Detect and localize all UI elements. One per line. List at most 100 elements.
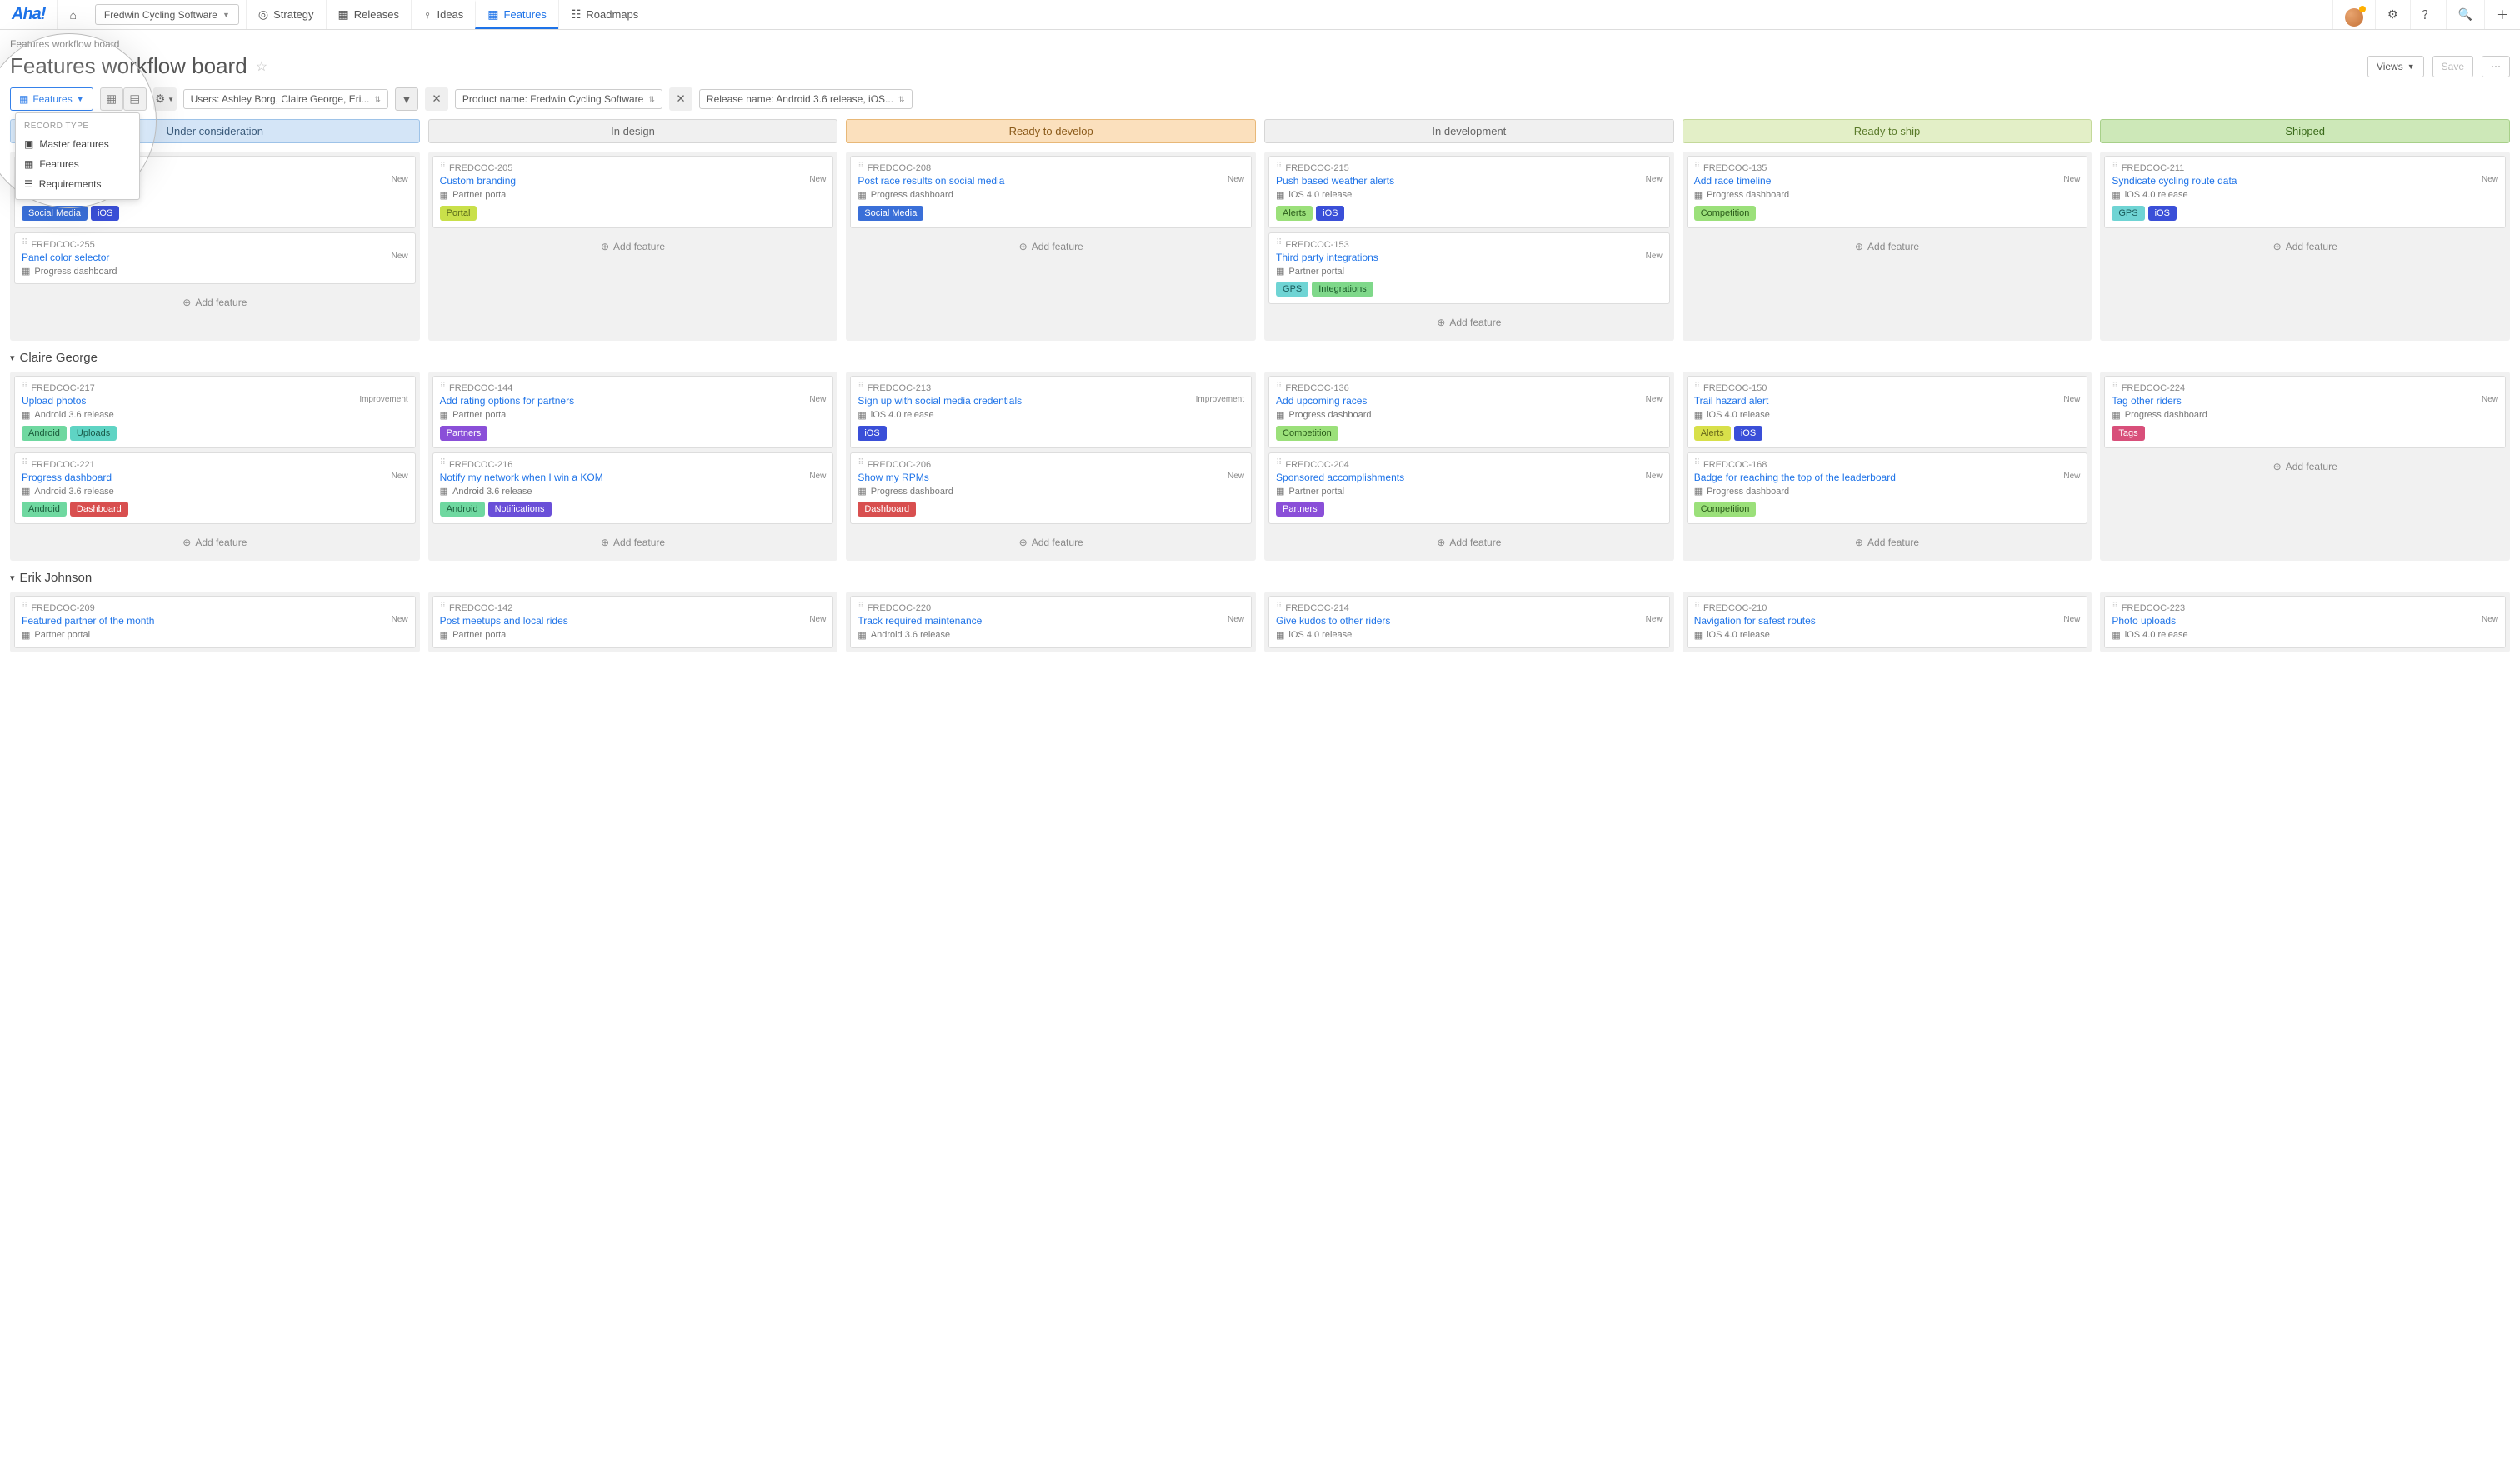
card-title[interactable]: Notify my network when I win a KOM [440,472,603,485]
drag-handle-icon[interactable]: ⠿ [2112,603,2116,610]
feature-card[interactable]: ⠿FREDCOC-223 Photo uploadsNew ▦iOS 4.0 r… [2104,596,2506,648]
tag[interactable]: Uploads [70,426,117,441]
add-feature-button[interactable]: ⊕Add feature [1268,528,1670,557]
nav-releases[interactable]: ▦Releases [326,0,411,29]
settings-toolbar-button[interactable]: ⚙▼ [153,87,177,111]
drag-handle-icon[interactable]: ⠿ [1276,603,1280,610]
drag-handle-icon[interactable]: ⠿ [858,460,862,467]
nav-help[interactable]: ？ [2410,0,2446,29]
release-filter-chip[interactable]: Release name: Android 3.6 release, iOS..… [699,89,912,109]
tag[interactable]: Android [22,426,67,441]
record-type-button[interactable]: ▦ Features ▼ [10,87,93,111]
nav-roadmaps[interactable]: ☷Roadmaps [558,0,650,29]
feature-card[interactable]: ⠿FREDCOC-204 Sponsored accomplishmentsNe… [1268,452,1670,525]
feature-card[interactable]: ⠿FREDCOC-224 Tag other ridersNew ▦Progre… [2104,376,2506,448]
product-filter-chip[interactable]: Product name: Fredwin Cycling Software ⇅ [455,89,662,109]
add-feature-button[interactable]: ⊕Add feature [850,528,1252,557]
feature-card[interactable]: ⠿FREDCOC-255 Panel color selectorNew ▦Pr… [14,232,416,285]
feature-card[interactable]: ⠿FREDCOC-150 Trail hazard alertNew ▦iOS … [1687,376,2088,448]
lane-column[interactable]: ⠿FREDCOC-213 Sign up with social media c… [846,372,1256,561]
card-title[interactable]: Third party integrations [1276,252,1378,265]
card-title[interactable]: Add race timeline [1694,175,1772,188]
users-filter-chip[interactable]: Users: Ashley Borg, Claire George, Eri..… [183,89,388,109]
card-title[interactable]: Add rating options for partners [440,395,574,408]
swimlane-header[interactable]: ▾Erik Johnson [10,571,2510,585]
feature-card[interactable]: ⠿FREDCOC-214 Give kudos to other ridersN… [1268,596,1670,648]
drag-handle-icon[interactable]: ⠿ [22,383,26,390]
nav-settings[interactable]: ⚙ [2375,0,2410,29]
nav-ideas[interactable]: ♀Ideas [411,0,475,29]
drag-handle-icon[interactable]: ⠿ [858,603,862,610]
star-icon[interactable]: ☆ [256,58,268,75]
card-title[interactable]: Photo uploads [2112,615,2176,628]
drag-handle-icon[interactable]: ⠿ [1694,163,1698,170]
tag[interactable]: Tags [2112,426,2144,441]
drag-handle-icon[interactable]: ⠿ [1276,163,1280,170]
tag[interactable]: iOS [858,426,886,441]
tag[interactable]: Dashboard [70,502,128,517]
tag[interactable]: Android [440,502,485,517]
tag[interactable]: Competition [1694,206,1757,221]
save-button[interactable]: Save [2432,56,2473,77]
feature-card[interactable]: ⠿FREDCOC-205 Custom brandingNew ▦Partner… [432,156,834,228]
tag[interactable]: GPS [2112,206,2144,221]
feature-card[interactable]: ⠿FREDCOC-211 Syndicate cycling route dat… [2104,156,2506,228]
nav-add[interactable]: ＋ [2484,0,2520,29]
column-header[interactable]: In development [1264,119,1674,143]
clear-release-filter-button[interactable]: ✕ [669,87,692,111]
lane-column[interactable]: ⠿FREDCOC-205 Custom brandingNew ▦Partner… [428,152,838,341]
view-board-button[interactable]: ▦ [100,87,123,111]
drag-handle-icon[interactable]: ⠿ [1694,383,1698,390]
tag[interactable]: Partners [1276,502,1324,517]
tag[interactable]: iOS [2148,206,2177,221]
feature-card[interactable]: ⠿FREDCOC-168 Badge for reaching the top … [1687,452,2088,525]
drag-handle-icon[interactable]: ⠿ [22,240,26,247]
drag-handle-icon[interactable]: ⠿ [1694,603,1698,610]
card-title[interactable]: Give kudos to other riders [1276,615,1390,628]
tag[interactable]: Competition [1276,426,1338,441]
card-title[interactable]: Upload photos [22,395,86,408]
tag[interactable]: Social Media [858,206,923,221]
drag-handle-icon[interactable]: ⠿ [858,163,862,170]
feature-card[interactable]: ⠿FREDCOC-215 Push based weather alertsNe… [1268,156,1670,228]
add-feature-button[interactable]: ⊕Add feature [2104,452,2506,481]
feature-card[interactable]: ⠿FREDCOC-136 Add upcoming racesNew ▦Prog… [1268,376,1670,448]
add-feature-button[interactable]: ⊕Add feature [432,232,834,261]
dropdown-item-master-features[interactable]: ▣Master features [16,134,139,154]
drag-handle-icon[interactable]: ⠿ [440,460,444,467]
feature-card[interactable]: ⠿FREDCOC-153 Third party integrationsNew… [1268,232,1670,305]
drag-handle-icon[interactable]: ⠿ [2112,163,2116,170]
card-title[interactable]: Tag other riders [2112,395,2181,408]
lane-column[interactable]: ⠿FREDCOC-217 Upload photosImprovement ▦A… [10,372,420,561]
filter-button[interactable]: ▼ [395,87,418,111]
card-title[interactable]: Track required maintenance [858,615,982,628]
feature-card[interactable]: ⠿FREDCOC-221 Progress dashboardNew ▦Andr… [14,452,416,525]
feature-card[interactable]: ⠿FREDCOC-213 Sign up with social media c… [850,376,1252,448]
add-feature-button[interactable]: ⊕Add feature [1268,308,1670,337]
tag[interactable]: Android [22,502,67,517]
drag-handle-icon[interactable]: ⠿ [22,603,26,610]
tag[interactable]: Portal [440,206,478,221]
card-title[interactable]: Sign up with social media credentials [858,395,1022,408]
lane-column[interactable]: ⠿FREDCOC-142 Post meetups and local ride… [428,592,838,652]
tag[interactable]: Integrations [1312,282,1372,297]
card-title[interactable]: Post meetups and local rides [440,615,568,628]
tag[interactable]: Partners [440,426,488,441]
feature-card[interactable]: ⠿FREDCOC-209 Featured partner of the mon… [14,596,416,648]
lane-column[interactable]: ⠿FREDCOC-211 Syndicate cycling route dat… [2100,152,2510,341]
tag[interactable]: Dashboard [858,502,916,517]
card-title[interactable]: Custom branding [440,175,516,188]
feature-card[interactable]: ⠿FREDCOC-216 Notify my network when I wi… [432,452,834,525]
add-feature-button[interactable]: ⊕Add feature [2104,232,2506,261]
add-feature-button[interactable]: ⊕Add feature [432,528,834,557]
card-title[interactable]: Progress dashboard [22,472,112,485]
card-title[interactable]: Post race results on social media [858,175,1004,188]
card-title[interactable]: Featured partner of the month [22,615,154,628]
card-title[interactable]: Badge for reaching the top of the leader… [1694,472,1896,485]
card-title[interactable]: Add upcoming races [1276,395,1367,408]
drag-handle-icon[interactable]: ⠿ [1276,240,1280,247]
lane-column[interactable]: ⠿FREDCOC-223 Photo uploadsNew ▦iOS 4.0 r… [2100,592,2510,652]
tag[interactable]: Alerts [1694,426,1731,441]
nav-search[interactable]: 🔍 [2446,0,2484,29]
drag-handle-icon[interactable]: ⠿ [1276,460,1280,467]
